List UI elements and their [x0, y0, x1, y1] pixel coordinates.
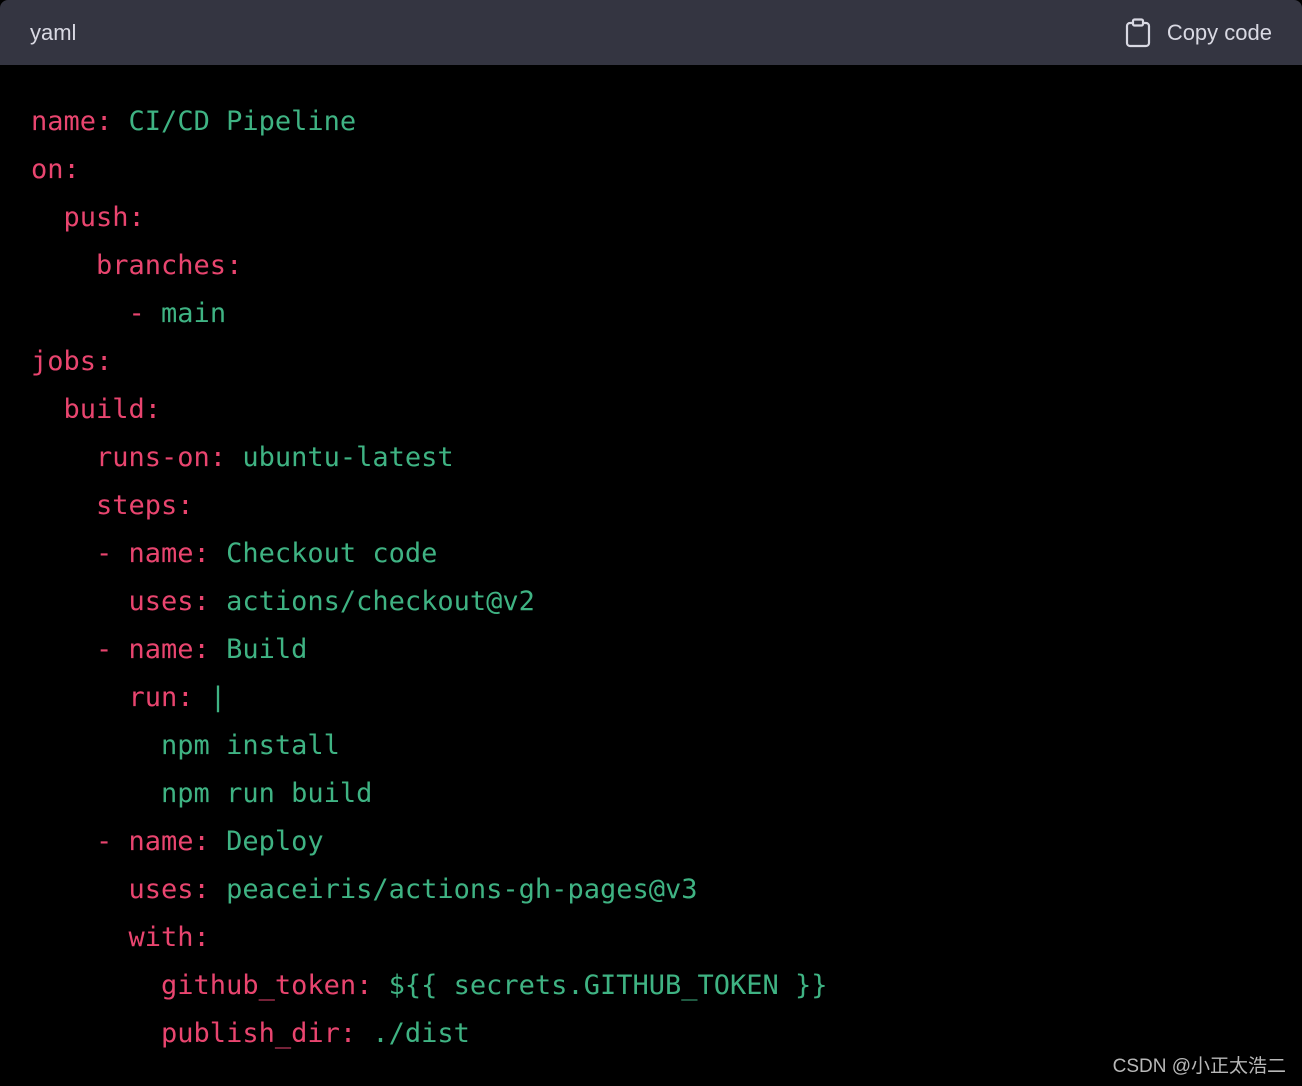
code-value-token: Checkout code: [226, 538, 438, 569]
code-key-token: with:: [31, 922, 210, 953]
code-line: npm run build: [31, 770, 828, 818]
code-line: runs-on: ubuntu-latest: [31, 434, 828, 482]
code-key-token: branches:: [31, 250, 243, 281]
code-key-token: publish_dir:: [31, 1018, 373, 1049]
code-key-token: jobs:: [31, 346, 113, 377]
code-key-token: github_token:: [31, 970, 389, 1001]
code-value-token: |: [209, 682, 227, 713]
copy-code-button[interactable]: Copy code: [1125, 17, 1272, 48]
code-key-token: uses:: [31, 874, 227, 905]
code-key-token: on:: [31, 154, 80, 185]
code-value-token: Deploy: [226, 826, 324, 857]
code-line: github_token: ${{ secrets.GITHUB_TOKEN }…: [31, 962, 828, 1010]
code-line: uses: peaceiris/actions-gh-pages@v3: [31, 866, 828, 914]
code-key-token: push:: [31, 202, 145, 233]
code-line: publish_dir: ./dist: [31, 1010, 828, 1058]
code-value-token: peaceiris/actions-gh-pages@v3: [226, 874, 698, 905]
code-value-token: npm run build: [31, 778, 373, 809]
code-line: - name: Build: [31, 626, 828, 674]
code-key-token: name:: [31, 106, 129, 137]
code-block-header: yaml Copy code: [0, 0, 1302, 65]
code-value-token: Build: [226, 634, 308, 665]
code-value-token: ./dist: [372, 1018, 470, 1049]
code-line: - name: Deploy: [31, 818, 828, 866]
code-line: - main: [31, 290, 828, 338]
code-value-token: CI/CD Pipeline: [128, 106, 357, 137]
code-line: npm install: [31, 722, 828, 770]
code-value-token: ${{ secrets.GITHUB_TOKEN }}: [388, 970, 828, 1001]
code-line: name: CI/CD Pipeline: [31, 98, 828, 146]
code-content: name: CI/CD Pipeline on: push: branches: …: [31, 98, 828, 1058]
code-line: push:: [31, 194, 828, 242]
code-value-token: actions/checkout@v2: [226, 586, 535, 617]
code-value-token: ubuntu-latest: [242, 442, 454, 473]
code-key-token: -: [31, 298, 162, 329]
code-line: - name: Checkout code: [31, 530, 828, 578]
code-line: with:: [31, 914, 828, 962]
copy-code-label: Copy code: [1166, 19, 1272, 45]
code-key-token: run:: [31, 682, 210, 713]
code-line: run: |: [31, 674, 828, 722]
code-value-token: npm install: [31, 730, 340, 761]
watermark: CSDN @小正太浩二: [1112, 1056, 1286, 1077]
code-line: branches:: [31, 242, 828, 290]
code-line: steps:: [31, 482, 828, 530]
code-key-token: - name:: [31, 538, 227, 569]
code-line: on:: [31, 146, 828, 194]
code-line: uses: actions/checkout@v2: [31, 578, 828, 626]
code-key-token: runs-on:: [31, 442, 243, 473]
clipboard-icon: [1125, 17, 1151, 48]
code-block: yaml Copy code name: CI/CD Pipeline on: p…: [0, 0, 1302, 1086]
code-key-token: - name:: [31, 634, 227, 665]
code-key-token: - name:: [31, 826, 227, 857]
code-line: build:: [31, 386, 828, 434]
code-key-token: uses:: [31, 586, 227, 617]
code-key-token: steps:: [31, 490, 194, 521]
code-line: jobs:: [31, 338, 828, 386]
language-label: yaml: [30, 19, 77, 45]
code-value-token: main: [161, 298, 227, 329]
code-key-token: build:: [31, 394, 162, 425]
